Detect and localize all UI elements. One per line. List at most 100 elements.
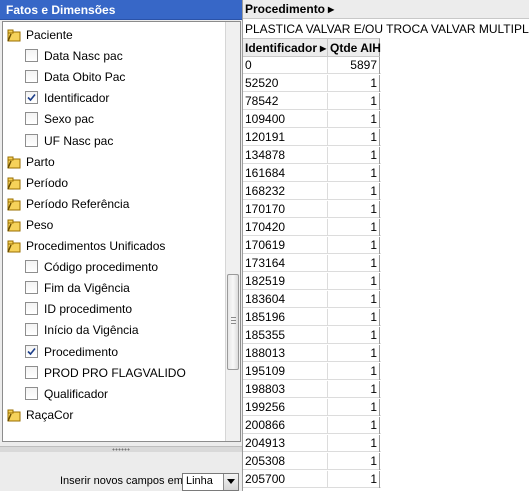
tree-field[interactable]: Qualificador (25, 384, 108, 405)
identificador-cell[interactable]: 120191 (243, 129, 328, 146)
qtde-aih-cell: 1 (328, 129, 380, 146)
tree-folder[interactable]: Procedimentos Unificados (7, 236, 165, 257)
tree-scrollbar[interactable] (225, 22, 240, 441)
tree-field-label: Identificador (44, 91, 110, 105)
identificador-cell[interactable]: 204913 (243, 435, 328, 452)
table-row: 185196 1 (243, 309, 381, 326)
field-checkbox[interactable] (25, 366, 38, 380)
identificador-cell[interactable]: 198803 (243, 381, 328, 398)
tree-field[interactable]: ID procedimento (25, 299, 132, 320)
identificador-cell[interactable]: 78542 (243, 93, 328, 110)
field-checkbox[interactable] (25, 112, 38, 126)
table-row: 199256 1 (243, 399, 381, 416)
qtde-aih-column-header[interactable]: Qtde AIH (328, 38, 381, 57)
identificador-cell[interactable]: 161684 (243, 165, 328, 182)
qtde-aih-cell: 1 (328, 93, 380, 110)
tree-field[interactable]: Identificador (25, 88, 109, 109)
tree-folder[interactable]: Parto (7, 152, 55, 173)
qtde-aih-cell: 1 (328, 291, 380, 308)
table-row: 168232 1 (243, 183, 381, 200)
table-row: 170420 1 (243, 219, 381, 236)
tree-field-label: Sexo pac (44, 112, 95, 126)
tree-field[interactable]: Fim da Vigência (25, 278, 130, 299)
identificador-cell[interactable]: 134878 (243, 147, 328, 164)
tree-field[interactable]: Data Nasc pac (25, 46, 123, 67)
tree-field[interactable]: Data Obito Pac (25, 67, 125, 88)
folder-icon (7, 197, 21, 211)
identificador-cell[interactable]: 170170 (243, 201, 328, 218)
field-checkbox[interactable] (25, 345, 38, 359)
identificador-cell[interactable]: 205308 (243, 453, 328, 470)
identificador-cell[interactable]: 185355 (243, 327, 328, 344)
tree-folder[interactable]: Período (7, 173, 68, 194)
identificador-cell[interactable]: 109400 (243, 111, 328, 128)
table-row: 161684 1 (243, 165, 381, 182)
identificador-cell[interactable]: 205700 (243, 471, 328, 488)
table-row: 198803 1 (243, 381, 381, 398)
qtde-aih-cell: 1 (328, 435, 380, 452)
tree-field[interactable]: Início da Vigência (25, 320, 139, 341)
table-row: 120191 1 (243, 129, 381, 146)
panel-title: Fatos e Dimensões (0, 0, 242, 20)
tree-field[interactable]: Procedimento (25, 342, 118, 363)
folder-icon (7, 176, 21, 190)
identificador-cell[interactable]: 170420 (243, 219, 328, 236)
identificador-header-label: Identificador (245, 41, 318, 55)
dimensions-panel: Fatos e Dimensões Paciente Data Nasc pac D… (0, 0, 242, 491)
table-row: 134878 1 (243, 147, 381, 164)
identificador-cell[interactable]: 200866 (243, 417, 328, 434)
tree-scrollbar-thumb[interactable] (227, 274, 239, 370)
tree-field-label: ID procedimento (44, 302, 133, 316)
qtde-aih-cell: 5897 (328, 57, 380, 74)
tree-folder[interactable]: Período Referência (7, 194, 129, 215)
tree-field[interactable]: Sexo pac (25, 109, 94, 130)
tree-folder[interactable]: Peso (7, 215, 53, 236)
qtde-aih-cell: 1 (328, 363, 380, 380)
insert-position-value: Linha (186, 475, 213, 487)
field-checkbox[interactable] (25, 281, 38, 295)
tree-field[interactable]: UF Nasc pac (25, 131, 113, 152)
table-row: 52520 1 (243, 75, 381, 92)
field-checkbox[interactable] (25, 260, 38, 274)
tree-folder-label: Paciente (26, 28, 73, 42)
identificador-cell[interactable]: 182519 (243, 273, 328, 290)
procedimento-value: PLASTICA VALVAR E/OU TROCA VALVAR MULTIP… (245, 22, 529, 36)
folder-icon (7, 218, 21, 232)
identificador-cell[interactable]: 195109 (243, 363, 328, 380)
tree-field-label: Início da Vigência (44, 323, 139, 337)
qtde-aih-cell: 1 (328, 273, 380, 290)
table-row: 170619 1 (243, 237, 381, 254)
field-checkbox[interactable] (25, 49, 38, 63)
tree-folder[interactable]: RaçaCor (7, 405, 73, 426)
procedimento-column-header[interactable]: Procedimento ▶ (243, 0, 529, 19)
dropdown-arrow-icon[interactable] (223, 474, 238, 490)
tree-folder[interactable]: Paciente (7, 25, 73, 46)
field-checkbox[interactable] (25, 323, 38, 337)
tree-field-label: UF Nasc pac (44, 134, 114, 148)
field-checkbox[interactable] (25, 134, 38, 148)
identificador-cell[interactable]: 185196 (243, 309, 328, 326)
tree-field[interactable]: Código procedimento (25, 257, 158, 278)
identificador-cell[interactable]: 173164 (243, 255, 328, 272)
identificador-cell[interactable]: 52520 (243, 75, 328, 92)
identificador-cell[interactable]: 188013 (243, 345, 328, 362)
qtde-aih-cell: 1 (328, 255, 380, 272)
identificador-cell[interactable]: 168232 (243, 183, 328, 200)
identificador-cell[interactable]: 0 (243, 57, 328, 74)
field-checkbox[interactable] (25, 302, 38, 316)
tree-field-label: Fim da Vigência (44, 281, 130, 295)
insert-position-select[interactable]: Linha (182, 473, 239, 491)
field-checkbox[interactable] (25, 70, 38, 84)
field-checkbox[interactable] (25, 91, 38, 105)
qtde-aih-cell: 1 (328, 165, 380, 182)
identificador-cell[interactable]: 183604 (243, 291, 328, 308)
identificador-cell[interactable]: 199256 (243, 399, 328, 416)
field-checkbox[interactable] (25, 387, 38, 401)
tree-field-label: Procedimento (44, 345, 119, 359)
identificador-cell[interactable]: 170619 (243, 237, 328, 254)
tree-field[interactable]: PROD PRO FLAGVALIDO (25, 363, 186, 384)
qtde-aih-cell: 1 (328, 453, 380, 470)
results-table-panel: Procedimento ▶ PLASTICA VALVAR E/OU TROCA… (242, 0, 529, 491)
panel-resize-handle[interactable] (0, 446, 242, 452)
identificador-column-header[interactable]: Identificador ▶ (243, 38, 328, 57)
